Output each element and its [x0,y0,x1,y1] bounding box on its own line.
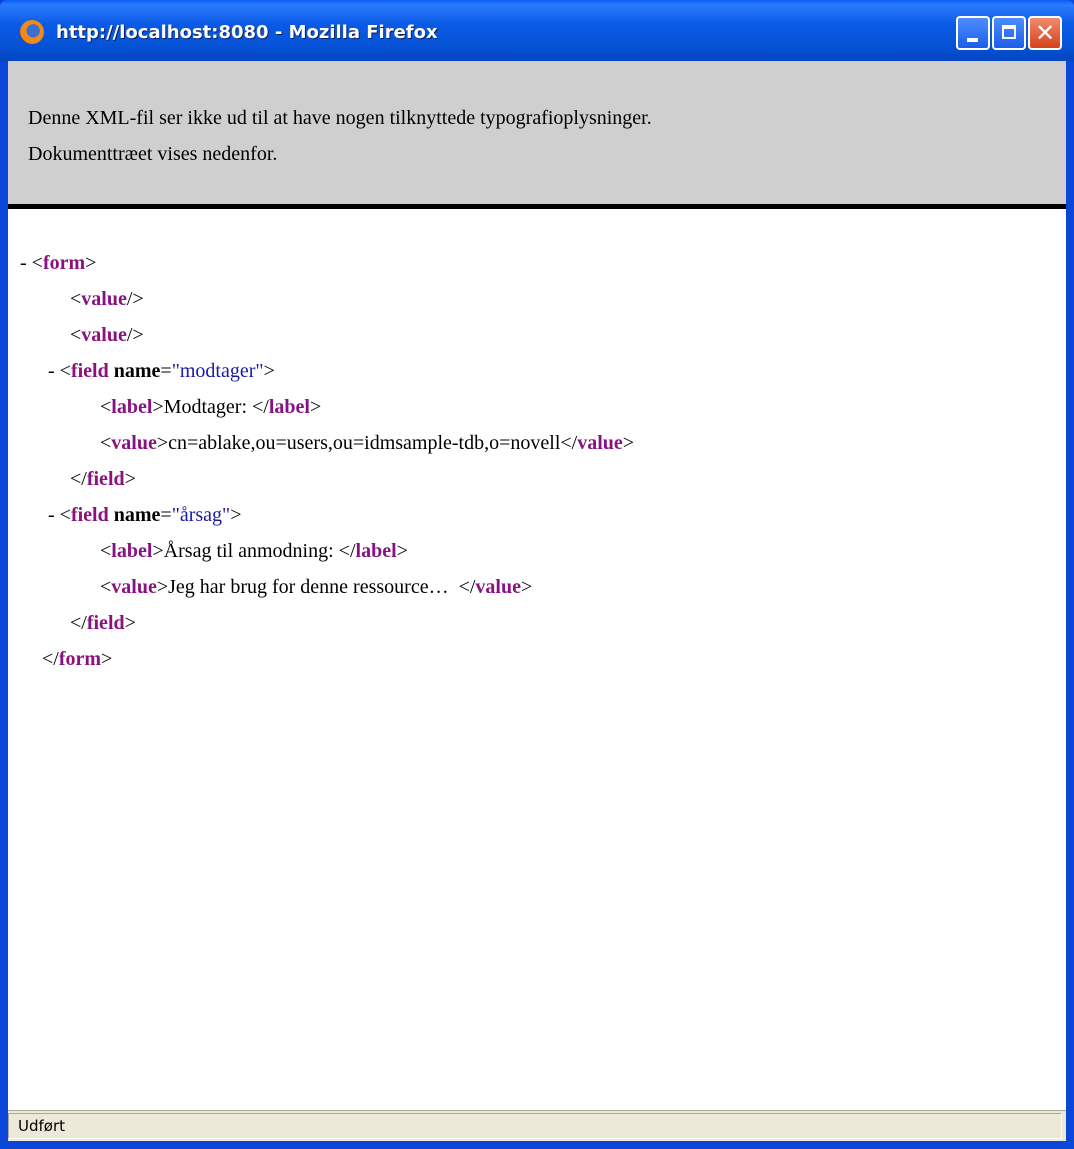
tag-name: field [86,612,125,634]
tag-name: form [58,648,102,670]
tag-bracket: > [124,468,136,490]
minimize-icon [967,38,978,42]
attribute-name: name [108,504,161,526]
page-content: Denne XML-fil ser ikke ud til at have no… [8,61,1066,1140]
xml-field-close: </field> [70,468,136,491]
info-line-2: Dokumenttræet vises nedenfor. [28,143,278,165]
tag-bracket: > [124,612,136,634]
xml-label-element: <label>Årsag til anmodning: </label> [100,540,408,563]
tag-bracket: < [100,432,112,454]
tag-bracket: > [230,504,242,526]
maximize-icon [1002,25,1016,39]
xml-field-modtager-open[interactable]: - <field name="modtager"> [48,360,275,383]
tag-name: label [111,396,153,418]
tag-bracket: </ [42,648,59,670]
tag-bracket: < [100,576,112,598]
attribute-value: "årsag" [171,504,231,526]
xml-value-element: <value>Jeg har brug for denne ressource…… [100,576,532,599]
minimize-button[interactable] [956,16,990,50]
tag-bracket: </ [252,396,269,418]
tag-bracket: < [70,324,82,346]
tag-name: value [475,576,521,598]
xml-value-element: <value>cn=ablake,ou=users,ou=idmsample-t… [100,432,634,455]
xml-value-empty: <value/> [70,324,144,347]
tag-bracket: > [309,396,322,418]
tag-bracket: </ [458,576,476,598]
tag-name: value [81,288,127,310]
tag-bracket: < [100,396,112,418]
xml-value-empty: <value/> [70,288,144,311]
tag-bracket: </ [338,540,356,562]
tag-name: form [42,252,86,274]
tag-name: value [111,576,157,598]
collapse-toggle[interactable]: - < [20,252,43,274]
label-text: Årsag til anmodning: [163,540,339,562]
attribute-name: name [108,360,161,382]
tag-bracket: < [100,540,112,562]
firefox-window: http://localhost:8080 - Mozilla Firefox … [0,0,1074,1149]
value-text: cn=ablake,ou=users,ou=idmsample-tdb,o=no… [168,432,561,454]
tag-bracket: > [85,252,97,274]
tag-bracket: </ [560,432,578,454]
tag-bracket: </ [70,612,87,634]
tag-bracket: </ [70,468,87,490]
status-panel [8,1113,1062,1139]
collapse-toggle[interactable]: - < [48,360,71,382]
tag-name: value [577,432,623,454]
xml-info-banner: Denne XML-fil ser ikke ud til at have no… [8,61,1066,209]
xml-field-arsag-open[interactable]: - <field name="årsag"> [48,504,242,527]
collapse-toggle[interactable]: - < [48,504,71,526]
attribute-equals: = [160,360,172,382]
tag-name: field [86,468,125,490]
value-text: Jeg har brug for denne ressource… [168,576,459,598]
tag-name: value [81,324,127,346]
tag-name: field [70,360,109,382]
tag-name: field [70,504,109,526]
tag-bracket: > [156,576,169,598]
status-text: Udført [18,1117,66,1135]
tag-bracket: > [520,576,533,598]
firefox-icon[interactable] [20,20,44,44]
tag-bracket: > [396,540,408,562]
title-bar[interactable]: http://localhost:8080 - Mozilla Firefox … [0,0,1074,61]
info-line-1: Denne XML-fil ser ikke ud til at have no… [28,107,652,129]
tag-bracket: > [263,360,275,382]
xml-field-close: </field> [70,612,136,635]
tag-bracket: > [156,432,169,454]
xml-form-open[interactable]: - <form> [20,252,96,275]
close-button[interactable]: ✕ [1028,16,1062,50]
window-title: http://localhost:8080 - Mozilla Firefox [56,22,438,43]
attribute-equals: = [160,504,172,526]
tag-bracket: /> [126,324,144,346]
tag-bracket: < [70,288,82,310]
tag-name: label [268,396,310,418]
attribute-value: "modtager" [171,360,264,382]
tag-bracket: /> [126,288,144,310]
tag-bracket: > [152,396,164,418]
xml-form-close: </form> [42,648,112,671]
tag-bracket: > [622,432,635,454]
label-text: Modtager: [163,396,252,418]
status-bar: Udført [8,1110,1066,1141]
maximize-button[interactable] [992,16,1026,50]
tag-name: label [111,540,153,562]
tag-name: label [355,540,397,562]
xml-label-element: <label>Modtager: </label> [100,396,321,419]
tag-bracket: > [101,648,113,670]
tag-bracket: > [152,540,164,562]
tag-name: value [111,432,157,454]
close-icon: ✕ [1034,19,1056,47]
